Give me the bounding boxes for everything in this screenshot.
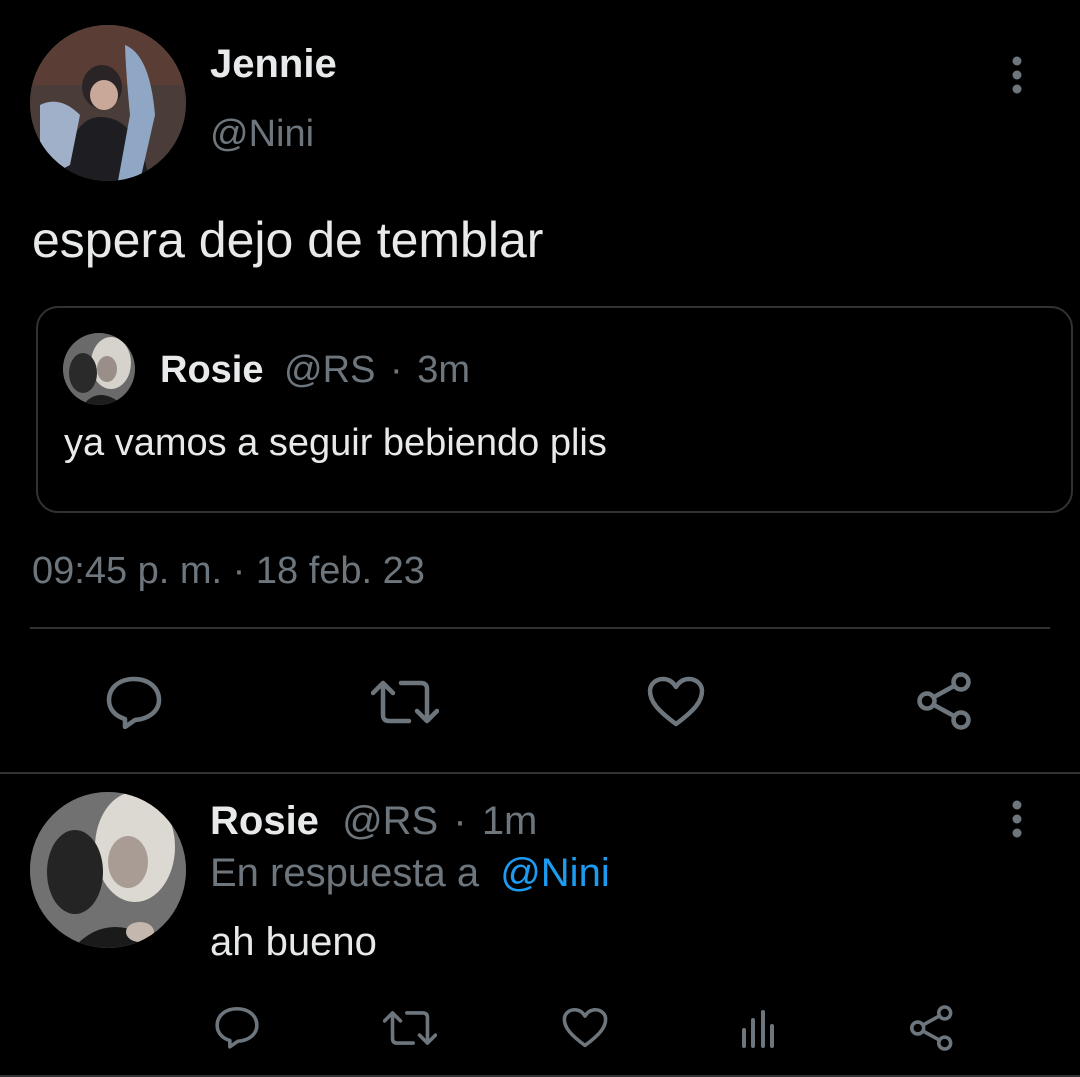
reply-icon[interactable] (102, 672, 166, 732)
author-name[interactable]: Rosie (210, 799, 319, 843)
share-icon[interactable] (912, 670, 978, 732)
avatar (63, 333, 135, 405)
author-handle[interactable]: @Nini (210, 112, 314, 156)
divider (30, 627, 1050, 629)
quoted-tweet[interactable]: Rosie @RS · 3m ya vamos a seguir bebiend… (36, 306, 1073, 513)
separator-dot: · (453, 799, 467, 843)
reply-icon[interactable] (212, 1004, 262, 1050)
reply-to-link[interactable]: @Nini (500, 851, 610, 895)
tweet-timestamp[interactable]: 09:45 p. m. · 18 feb. 23 (32, 548, 425, 594)
quoted-time: 3m (417, 349, 470, 391)
tweet-separator (0, 772, 1080, 774)
avatar[interactable] (30, 792, 186, 948)
quoted-text: ya vamos a seguir bebiendo plis (64, 422, 607, 464)
more-options-icon[interactable] (996, 798, 1038, 840)
analytics-icon[interactable] (736, 1006, 780, 1050)
tweet-text: espera dejo de temblar (32, 212, 544, 268)
quoted-author-name: Rosie (160, 349, 264, 391)
retweet-icon[interactable] (382, 1006, 438, 1050)
quoted-author-handle: @RS (284, 349, 376, 391)
retweet-icon[interactable] (370, 672, 440, 732)
tweet-text: ah bueno (210, 920, 377, 964)
like-icon[interactable] (560, 1006, 610, 1050)
like-icon[interactable] (644, 672, 708, 732)
author-handle[interactable]: @RS (342, 799, 438, 843)
reply-prefix: En respuesta a (210, 851, 480, 895)
share-icon[interactable] (906, 1004, 958, 1052)
separator-dot: · (389, 349, 403, 391)
avatar[interactable] (30, 25, 186, 181)
author-name[interactable]: Jennie (210, 42, 337, 86)
more-options-icon[interactable] (996, 54, 1038, 96)
tweet-time: 1m (481, 799, 538, 843)
